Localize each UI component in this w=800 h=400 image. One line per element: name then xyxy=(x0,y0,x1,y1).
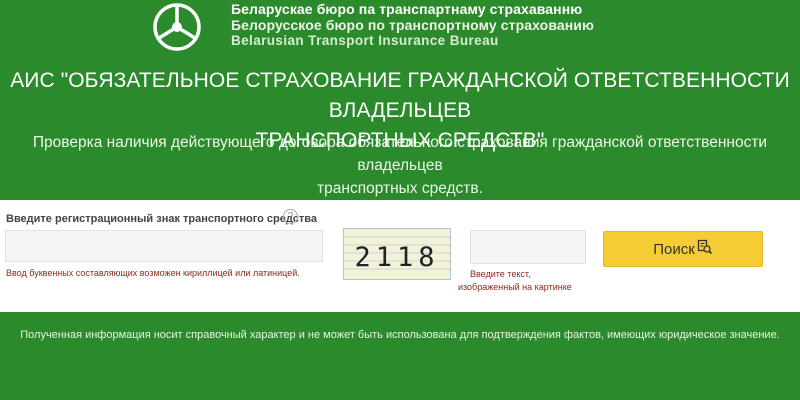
page-subtitle-line1: Проверка наличия действующего договора о… xyxy=(32,134,768,174)
help-icon[interactable]: ? xyxy=(283,209,298,224)
captcha-hint-line2: изображенный на картинке xyxy=(458,282,572,292)
org-names: Беларускае бюро па транспартнаму страхав… xyxy=(231,1,594,49)
reg-number-label: Введите регистрационный знак транспортно… xyxy=(6,213,317,225)
site-header: Беларускае бюро па транспартнаму страхав… xyxy=(0,0,800,60)
page-subtitle-line2: транспортных средств. xyxy=(317,180,483,197)
captcha-hint: Введите текст, изображенный на картинке xyxy=(458,268,600,294)
reg-number-hint: Ввод буквенных составляющих возможен кир… xyxy=(6,268,300,278)
search-button-label: Поиск xyxy=(653,240,695,258)
captcha-image: 2118 xyxy=(343,228,451,280)
reg-number-input[interactable] xyxy=(5,230,323,262)
org-name-russian: Белорусское бюро по транспортному страхо… xyxy=(231,17,595,33)
disclaimer-text: Полученная информация носит справочный х… xyxy=(20,329,780,341)
search-button[interactable]: Поиск xyxy=(603,231,763,267)
steering-wheel-icon xyxy=(152,2,202,52)
org-name-english: Belarusian Transport Insurance Bureau xyxy=(231,33,499,48)
captcha-text: 2118 xyxy=(354,242,439,273)
document-search-icon xyxy=(697,239,713,259)
org-name-belarusian: Беларускае бюро па транспартнаму страхав… xyxy=(231,1,583,17)
captcha-hint-line1: Введите текст, xyxy=(470,269,531,279)
page-subtitle: Проверка наличия действующего договора о… xyxy=(20,131,780,200)
search-form: Введите регистрационный знак транспортно… xyxy=(0,200,800,312)
page-title-line1: АИС "ОБЯЗАТЕЛЬНОЕ СТРАХОВАНИЕ ГРАЖДАНСКО… xyxy=(10,69,790,122)
captcha-input[interactable] xyxy=(470,230,586,264)
